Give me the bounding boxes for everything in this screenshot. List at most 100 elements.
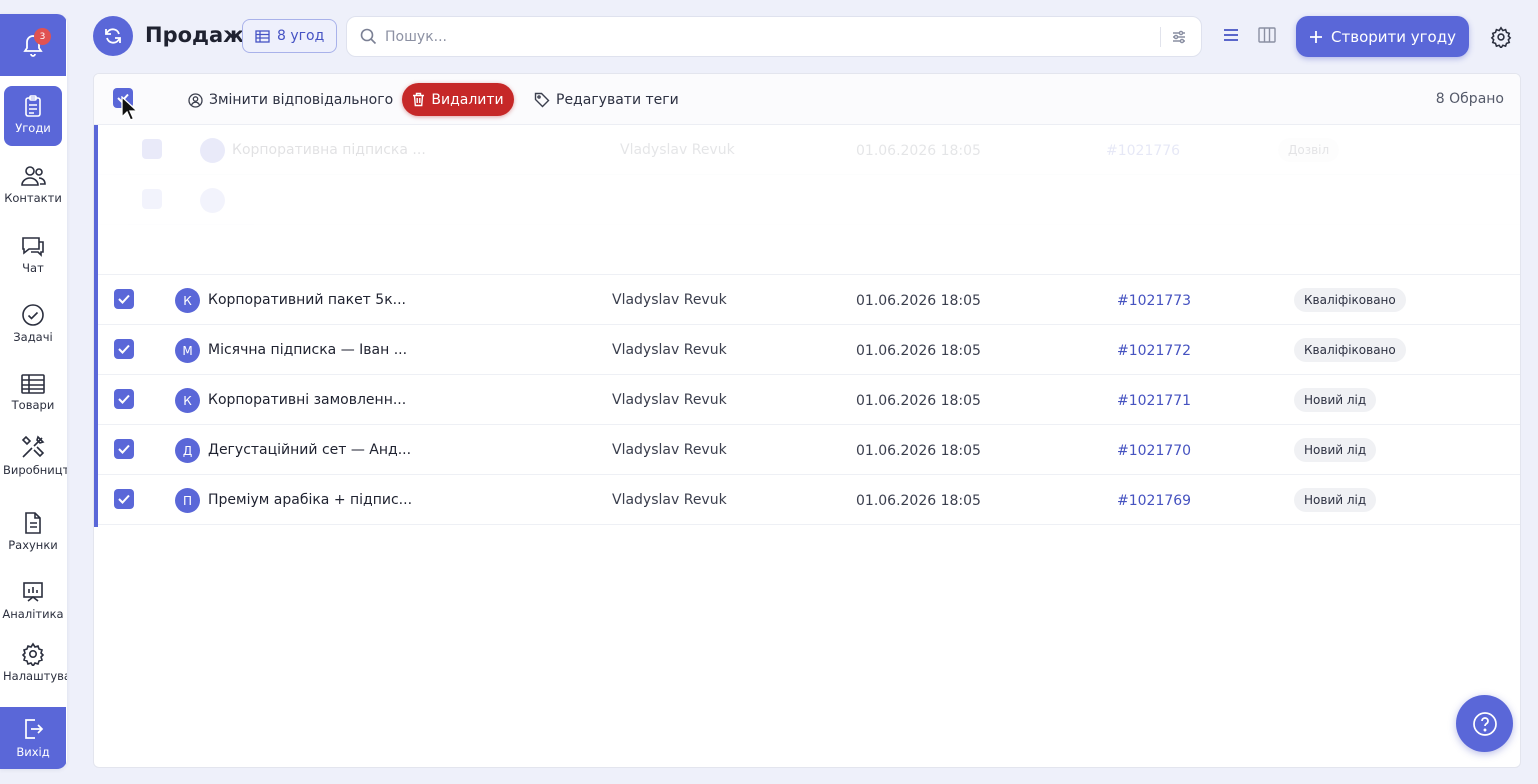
status-badge: Новий лід — [1294, 388, 1377, 412]
deal-date: 01.06.2026 18:05 — [856, 493, 981, 509]
table-row[interactable]: М Місячна підписка — Іван ... Vladyslav … — [98, 325, 1520, 375]
avatar: К — [175, 288, 200, 313]
deal-name[interactable]: Преміум арабіка + підпис... — [208, 492, 412, 508]
sidebar-item-production[interactable]: Виробництво — [0, 434, 67, 477]
deal-name[interactable]: Місячна підписка — Іван ... — [208, 342, 407, 358]
deal-count-chip[interactable]: 8 угод — [242, 19, 338, 53]
refresh-button[interactable] — [93, 16, 133, 56]
sidebar-item-analytics[interactable]: Аналітика — [0, 580, 66, 621]
kanban-view-button[interactable] — [1256, 24, 1278, 46]
deal-count-label: 8 угод — [277, 28, 325, 44]
deal-id-link[interactable]: #1021770 — [1117, 443, 1191, 459]
deals-table-panel: Змінити відповідального Видалити Редагув… — [93, 73, 1521, 768]
check-circle-icon — [22, 304, 44, 326]
deal-id-link[interactable]: #1021771 — [1117, 393, 1191, 409]
chart-icon — [23, 582, 43, 602]
table-row[interactable]: К Корпоративний пакет 5к... Vladyslav Re… — [98, 275, 1520, 325]
row-checkbox[interactable] — [114, 389, 134, 409]
avatar — [200, 138, 225, 163]
table-row[interactable]: Д Дегустаційний сет — Анд... Vladyslav R… — [98, 425, 1520, 475]
sidebar-item-chat[interactable]: Чат — [0, 234, 66, 275]
deal-owner: Vladyslav Revuk — [620, 142, 735, 158]
deal-date: 01.06.2026 18:05 — [856, 393, 981, 409]
notifications-button[interactable]: 3 — [0, 14, 66, 76]
sidebar-item-contacts[interactable]: Контакти — [0, 164, 66, 205]
create-deal-button[interactable]: Створити угоду — [1296, 16, 1469, 57]
deal-date: 01.06.2026 18:05 — [856, 443, 981, 459]
sidebar-item-settings[interactable]: Налаштування — [0, 642, 67, 683]
delete-label: Видалити — [431, 91, 504, 108]
deal-id: #1021776 — [1106, 143, 1181, 159]
check-icon — [118, 394, 130, 404]
deal-name[interactable]: Дегустаційний сет — Анд... — [208, 442, 411, 458]
filter-icon[interactable] — [1171, 29, 1187, 45]
logout-label: Вихід — [16, 745, 50, 759]
columns-icon — [1258, 27, 1276, 43]
sidebar-item-label: Контакти — [4, 191, 62, 205]
deal-id-link[interactable]: #1021773 — [1117, 293, 1191, 309]
help-button[interactable] — [1456, 695, 1513, 752]
table-row-faded: Корпоративна підписка ... Vladyslav Revu… — [98, 125, 1520, 175]
edit-tags-button[interactable]: Редагувати теги — [534, 88, 679, 112]
search-divider — [1160, 26, 1161, 47]
list-icon — [1224, 29, 1238, 41]
table-row[interactable]: П Преміум арабіка + підпис... Vladyslav … — [98, 475, 1520, 525]
avatar: П — [175, 488, 200, 513]
page-settings-button[interactable] — [1490, 26, 1512, 50]
document-icon — [25, 512, 41, 534]
sidebar-item-label: Аналітика — [2, 607, 64, 621]
check-icon — [118, 344, 130, 354]
status-badge: Новий лід — [1294, 488, 1377, 512]
search-input[interactable] — [385, 28, 1160, 45]
sidebar-item-invoices[interactable]: Рахунки — [0, 511, 66, 552]
deal-name[interactable]: Корпоративні замовленн... — [208, 392, 406, 408]
bulk-actions-bar: Змінити відповідального Видалити Редагув… — [94, 74, 1520, 125]
users-icon — [21, 166, 46, 186]
row-checkbox[interactable] — [114, 339, 134, 359]
row-checkbox[interactable] — [114, 289, 134, 309]
table-icon — [255, 29, 270, 43]
status-badge: Кваліфіковано — [1294, 288, 1406, 312]
chat-icon — [22, 237, 44, 257]
table-icon — [21, 374, 45, 394]
logout-button[interactable]: Вихід — [0, 707, 66, 769]
sidebar-item-label: Виробництво — [3, 463, 67, 477]
tools-icon — [21, 435, 45, 458]
deal-owner: Vladyslav Revuk — [612, 392, 727, 408]
deal-owner: Vladyslav Revuk — [612, 292, 727, 308]
search-bar — [346, 16, 1202, 57]
sidebar-item-tasks[interactable]: Задачі — [0, 303, 66, 344]
clipboard-icon — [25, 95, 41, 117]
avatar: К — [175, 388, 200, 413]
sidebar-item-label: Товари — [11, 398, 55, 412]
deal-id-link[interactable]: #1021772 — [1117, 343, 1191, 359]
sidebar-item-label: Рахунки — [8, 538, 58, 552]
create-deal-label: Створити угоду — [1331, 27, 1456, 46]
avatar — [200, 188, 225, 213]
delete-button[interactable]: Видалити — [402, 83, 514, 116]
row-checkbox[interactable] — [114, 489, 134, 509]
user-circle-icon — [188, 92, 203, 108]
active-indicator — [16, 147, 50, 150]
deal-id-link[interactable]: #1021769 — [1117, 493, 1191, 509]
check-icon — [118, 444, 130, 454]
mouse-cursor-icon — [121, 96, 138, 121]
table-row[interactable]: К Корпоративні замовленн... Vladyslav Re… — [98, 375, 1520, 425]
sidebar-item-deals[interactable]: Угоди — [4, 86, 62, 150]
status-badge: Дозвіл — [1278, 138, 1340, 162]
deal-owner: Vladyslav Revuk — [612, 442, 727, 458]
deal-owner: Vladyslav Revuk — [612, 342, 727, 358]
change-owner-button[interactable]: Змінити відповідального — [188, 88, 393, 112]
sidebar-item-label: Задачі — [13, 330, 53, 344]
row-checkbox[interactable] — [114, 439, 134, 459]
deal-date: 01.06.2026 18:05 — [856, 343, 981, 359]
sidebar-item-products[interactable]: Товари — [0, 373, 66, 412]
sidebar: 3 Угоди Контакти Чат Задачі Товари Вироб… — [0, 14, 67, 769]
deal-name[interactable]: Корпоративний пакет 5к... — [208, 292, 406, 308]
sidebar-item-label: Угоди — [15, 121, 51, 135]
sidebar-item-label: Налаштування — [3, 669, 67, 683]
tag-icon — [534, 92, 550, 108]
notification-badge: 3 — [34, 28, 51, 45]
list-view-button[interactable] — [1220, 24, 1242, 46]
trash-icon — [413, 92, 425, 107]
